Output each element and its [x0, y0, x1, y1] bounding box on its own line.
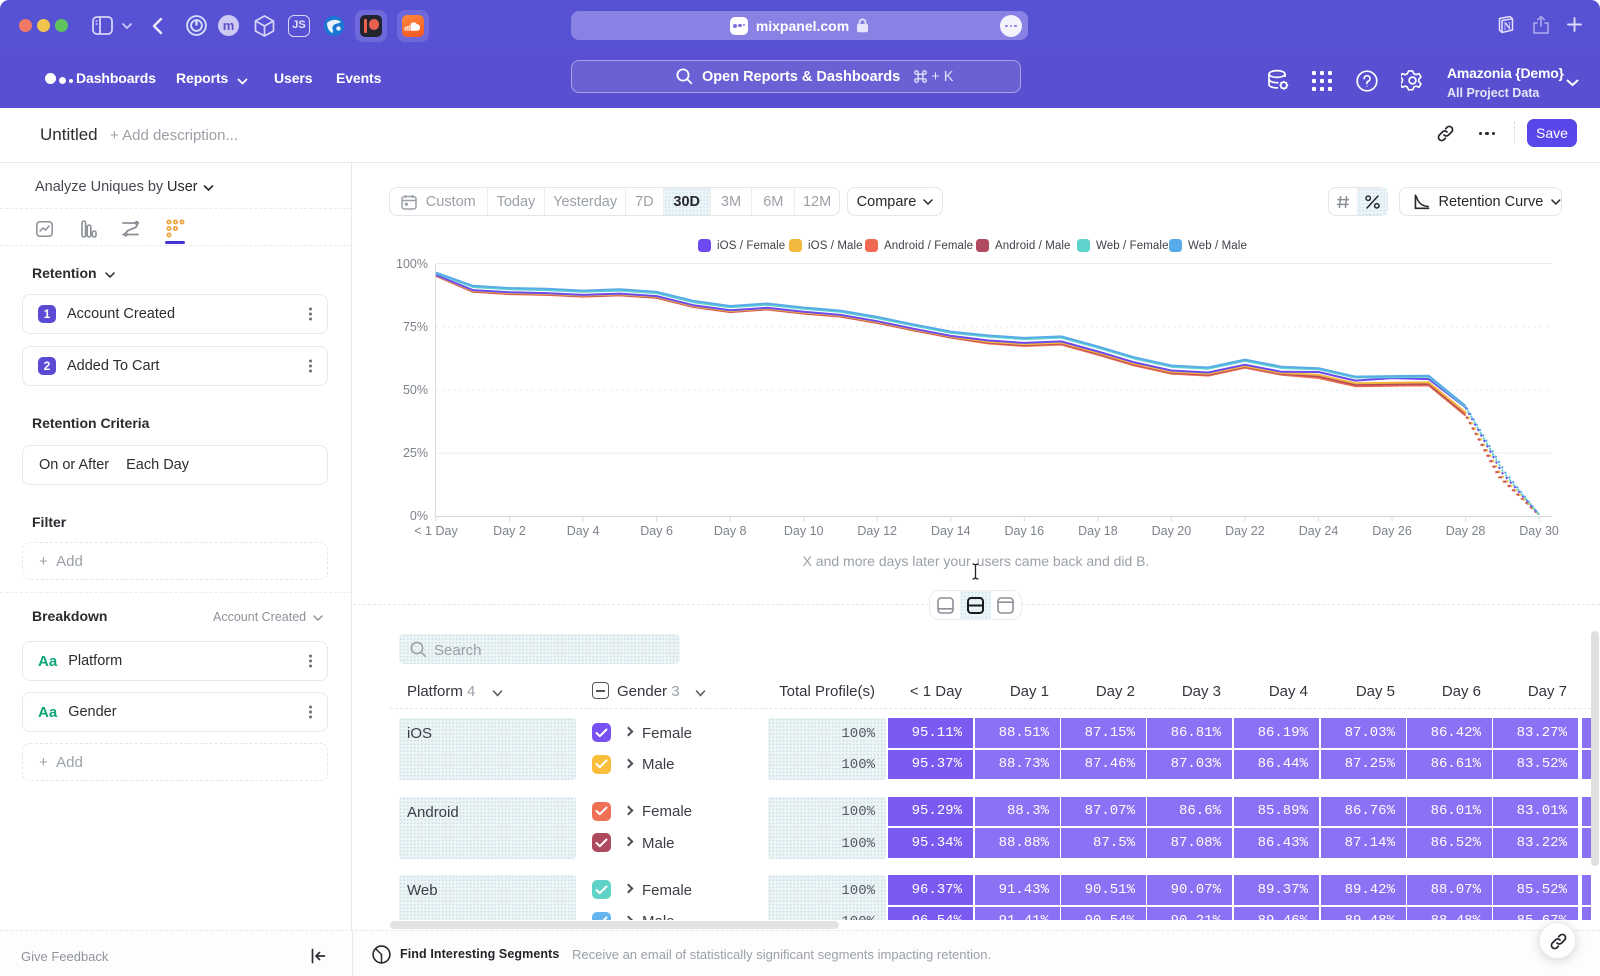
- svg-text:Day 8: Day 8: [714, 524, 747, 538]
- svg-text:0%: 0%: [410, 509, 428, 523]
- svg-text:N: N: [1504, 22, 1512, 33]
- svg-text:75%: 75%: [403, 320, 428, 334]
- svg-text:Day 30: Day 30: [1519, 524, 1559, 538]
- svg-text:Day 20: Day 20: [1152, 524, 1192, 538]
- svg-text:Day 6: Day 6: [640, 524, 673, 538]
- svg-text:Day 22: Day 22: [1225, 524, 1265, 538]
- svg-text:Day 10: Day 10: [784, 524, 824, 538]
- svg-text:Day 14: Day 14: [931, 524, 971, 538]
- svg-text:Day 12: Day 12: [857, 524, 897, 538]
- svg-text:Day 16: Day 16: [1004, 524, 1044, 538]
- svg-text:Day 24: Day 24: [1299, 524, 1339, 538]
- svg-text:Day 28: Day 28: [1446, 524, 1486, 538]
- svg-text:100%: 100%: [396, 257, 428, 271]
- svg-text:50%: 50%: [403, 383, 428, 397]
- svg-text:Day 26: Day 26: [1372, 524, 1412, 538]
- svg-text:Day 2: Day 2: [493, 524, 526, 538]
- svg-text:Day 4: Day 4: [567, 524, 600, 538]
- svg-text:< 1 Day: < 1 Day: [414, 524, 458, 538]
- svg-text:Day 18: Day 18: [1078, 524, 1118, 538]
- svg-text:25%: 25%: [403, 446, 428, 460]
